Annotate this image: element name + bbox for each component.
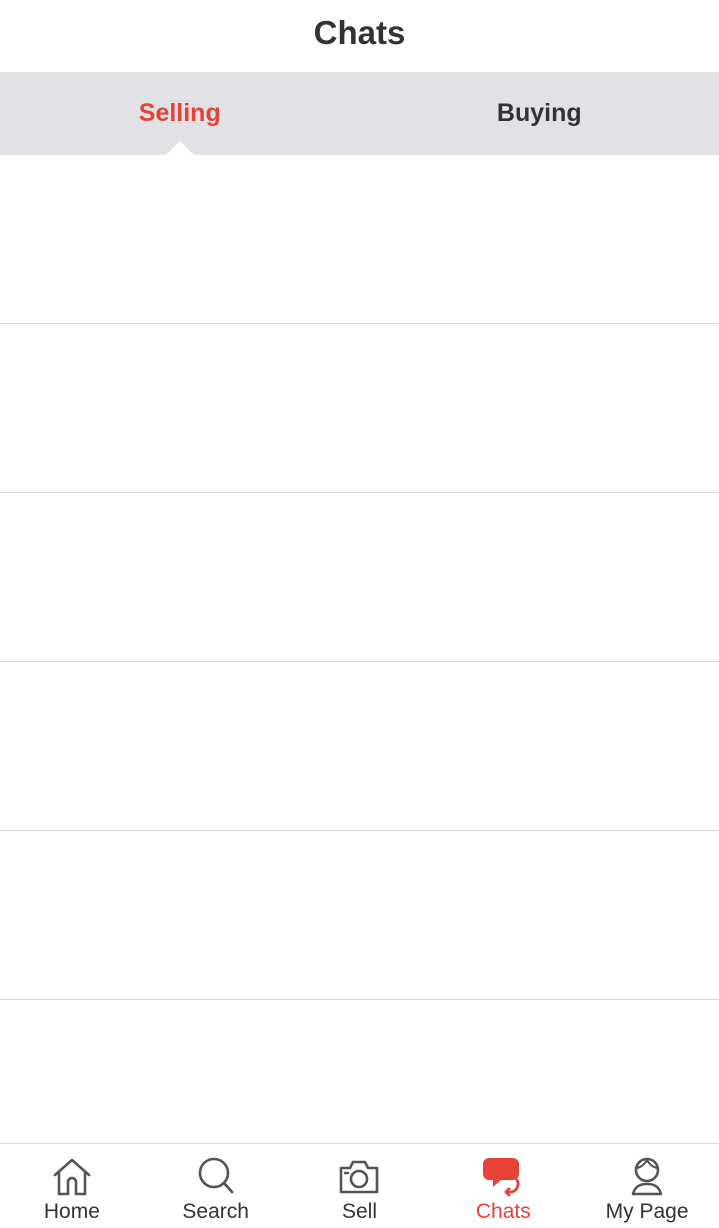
chats-screen: Chats Selling Buying Home Search Sell Ch… xyxy=(0,0,719,1228)
nav-item-my-page[interactable]: My Page xyxy=(575,1144,719,1228)
header: Chats xyxy=(0,0,719,72)
list-item[interactable] xyxy=(0,155,719,324)
nav-label-home: Home xyxy=(43,1200,100,1223)
chat-bubbles-icon xyxy=(483,1158,520,1197)
nav-item-chats[interactable]: Chats xyxy=(431,1144,575,1228)
list-item[interactable] xyxy=(0,493,719,662)
search-icon xyxy=(198,1157,234,1194)
camera-icon xyxy=(340,1160,379,1194)
list-item[interactable] xyxy=(0,831,719,1000)
nav-label-sell: Sell xyxy=(341,1200,377,1223)
nav-item-home[interactable]: Home xyxy=(0,1144,144,1228)
nav-label-chats: Chats xyxy=(475,1200,531,1223)
tab-buying-label: Buying xyxy=(496,99,582,127)
nav-label-search: Search xyxy=(182,1200,249,1223)
tab-selling-label: Selling xyxy=(138,99,221,127)
list-item[interactable] xyxy=(0,324,719,493)
list-item[interactable] xyxy=(0,662,719,831)
tab-selling[interactable]: Selling xyxy=(0,72,360,155)
chat-list xyxy=(0,155,719,1143)
segment-tabs: Selling Buying xyxy=(0,72,719,155)
tab-buying[interactable]: Buying xyxy=(360,72,719,155)
page-title: Chats xyxy=(313,14,406,51)
nav-item-search[interactable]: Search xyxy=(144,1144,288,1228)
person-icon xyxy=(631,1157,663,1196)
nav-item-sell[interactable]: Sell xyxy=(288,1144,432,1228)
active-tab-indicator xyxy=(165,141,194,155)
home-icon xyxy=(53,1158,91,1196)
nav-label-my-page: My Page xyxy=(605,1200,689,1223)
bottom-navigation: Home Search Sell Chats My Page xyxy=(0,1143,719,1228)
